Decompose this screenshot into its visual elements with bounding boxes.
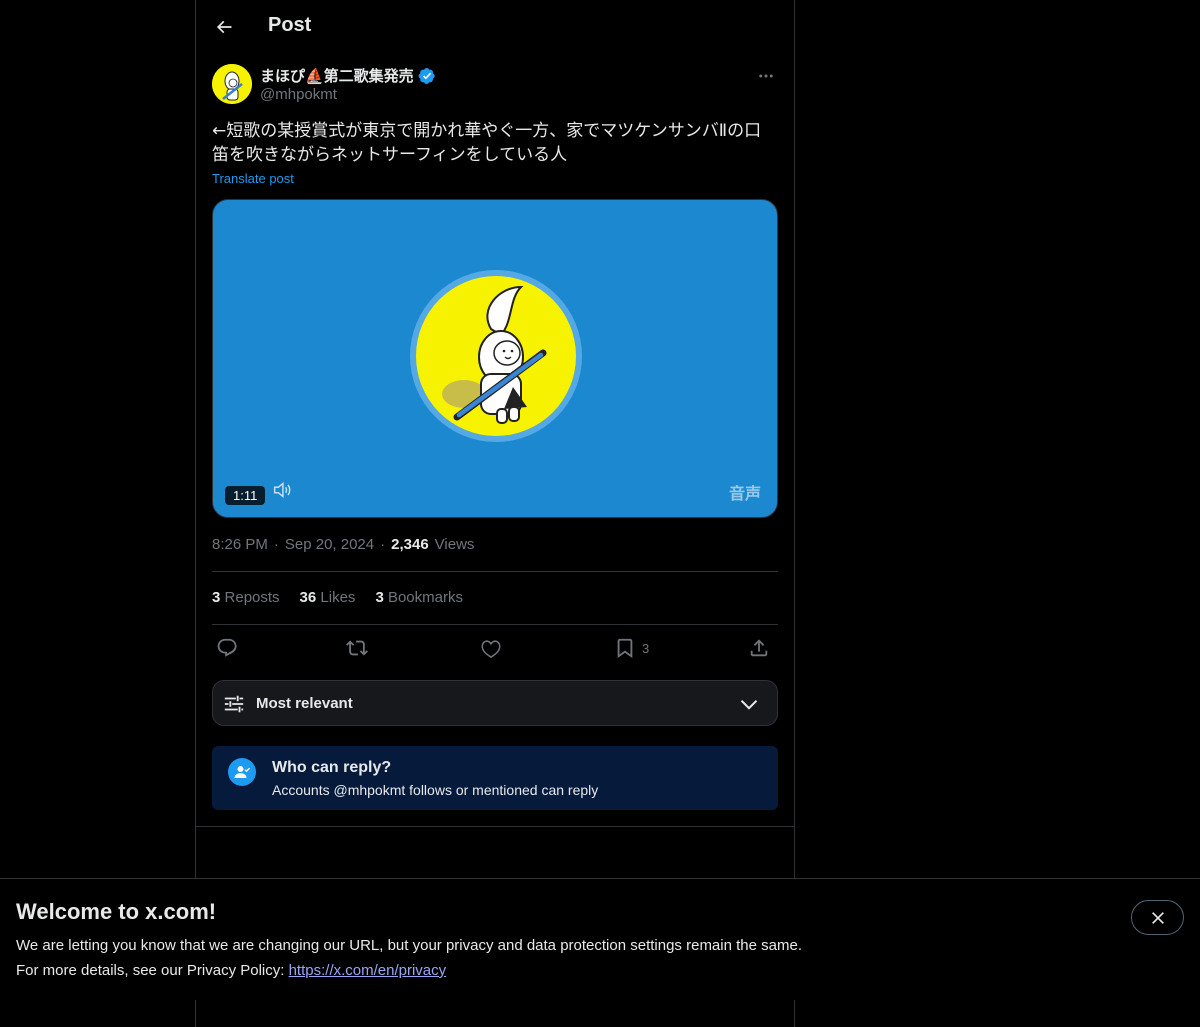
volume-icon[interactable] — [271, 479, 293, 501]
user-check-icon — [228, 758, 256, 786]
translate-post-link[interactable]: Translate post — [212, 171, 294, 186]
post-text: ←短歌の某授賞式が東京で開かれ華やぐ一方、家でマツケンサンバⅡの口笛を吹きながら… — [212, 121, 762, 165]
reply-button[interactable] — [216, 636, 238, 660]
more-horizontal-icon — [759, 74, 773, 78]
post-stats: 3 Reposts 36 Likes 3 Bookmarks — [212, 589, 463, 606]
more-options-button[interactable] — [754, 64, 778, 88]
close-icon — [1151, 911, 1164, 924]
post-column: Post まほぴ⛵第二歌集発売 @mhpokmt ←短歌の某授賞式が東京で開かれ… — [195, 0, 795, 1027]
post-actions: 3 — [212, 636, 778, 662]
divider — [212, 571, 778, 572]
bookmarks-count: 3 — [375, 589, 384, 606]
views-label: Views — [434, 536, 475, 553]
sliders-icon — [224, 695, 244, 713]
share-icon — [750, 639, 768, 657]
post-date[interactable]: Sep 20, 2024 — [285, 536, 374, 553]
divider — [196, 826, 794, 827]
author-name[interactable]: まほぴ⛵第二歌集発売 — [260, 65, 436, 86]
author-handle[interactable]: @mhpokmt — [260, 86, 337, 103]
bookmark-icon — [617, 638, 633, 659]
reposts-count: 3 — [212, 589, 221, 606]
repost-button[interactable] — [346, 636, 368, 660]
bookmark-count: 3 — [642, 640, 650, 656]
post-author: まほぴ⛵第二歌集発売 @mhpokmt — [212, 64, 778, 108]
reposts-label: Reposts — [224, 589, 280, 606]
reply-restriction-notice: Who can reply? Accounts @mhpokmt follows… — [212, 746, 778, 810]
privacy-policy-link[interactable]: https://x.com/en/privacy — [289, 962, 447, 979]
page-title: Post — [268, 14, 312, 36]
divider — [212, 624, 778, 625]
bookmark-button[interactable]: 3 — [614, 636, 649, 660]
audio-label: 音声 — [728, 484, 761, 503]
post-time[interactable]: 8:26 PM — [212, 536, 268, 553]
banner-privacy-prefix: For more details, see our Privacy Policy… — [16, 962, 289, 979]
post-video[interactable]: 1:11 音声 — [212, 199, 778, 518]
separator-dot: · — [273, 536, 279, 553]
views-count: 2,346 — [391, 536, 429, 553]
page-header: Post — [196, 0, 794, 54]
author-display-name: まほぴ⛵第二歌集発売 — [260, 68, 414, 85]
close-banner-button[interactable] — [1131, 900, 1184, 935]
reply-restriction-title: Who can reply? — [272, 759, 392, 776]
avatar[interactable] — [212, 64, 252, 104]
heart-icon — [481, 640, 501, 659]
likes-label: Likes — [320, 589, 356, 606]
reply-sort-dropdown[interactable]: Most relevant — [212, 680, 778, 726]
like-button[interactable] — [480, 636, 502, 660]
repost-icon — [346, 640, 368, 656]
bookmarks-label: Bookmarks — [387, 589, 463, 606]
url-change-banner: Welcome to x.com! We are letting you kno… — [0, 878, 1200, 1000]
video-duration: 1:11 — [225, 486, 266, 505]
likes-count: 36 — [299, 589, 317, 606]
arrow-left-icon — [216, 20, 232, 34]
chevron-down-icon — [740, 699, 758, 710]
separator-dot: · — [380, 536, 386, 553]
likes-stat[interactable]: 36 Likes — [300, 589, 356, 606]
banner-title: Welcome to x.com! — [16, 899, 217, 924]
bookmarks-stat[interactable]: 3 Bookmarks — [375, 589, 463, 606]
share-button[interactable] — [748, 636, 770, 660]
banner-message: We are letting you know that we are chan… — [16, 937, 802, 954]
reply-icon — [217, 638, 237, 657]
reposts-stat[interactable]: 3 Reposts — [212, 589, 280, 606]
sort-label: Most relevant — [256, 695, 353, 712]
video-thumbnail-illustration — [410, 270, 582, 442]
post-metadata: 8:26 PM · Sep 20, 2024 · 2,346 Views — [212, 536, 474, 553]
back-button[interactable] — [208, 11, 240, 43]
banner-privacy-line: For more details, see our Privacy Policy… — [16, 962, 446, 979]
reply-restriction-subtitle: Accounts @mhpokmt follows or mentioned c… — [272, 782, 599, 798]
verified-badge-icon — [418, 67, 435, 84]
